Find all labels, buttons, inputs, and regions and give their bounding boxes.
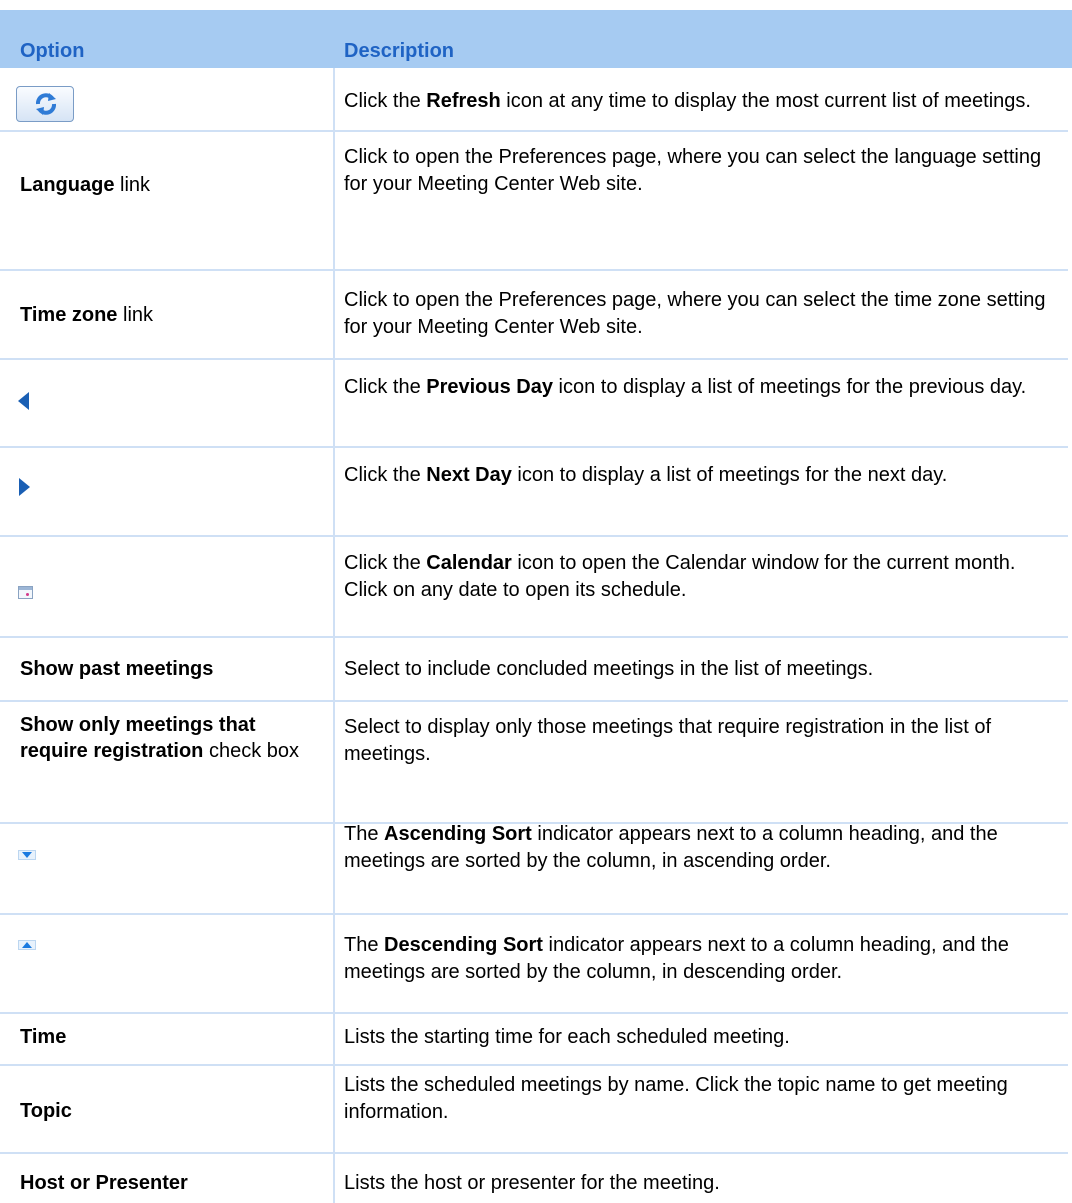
row-divider <box>0 822 1068 824</box>
previous-day-icon[interactable] <box>18 392 30 410</box>
row-divider <box>0 1152 1068 1154</box>
row-description: Lists the starting time for each schedul… <box>344 1026 790 1048</box>
row-option: Language link <box>20 174 151 196</box>
table-header: Option Description <box>0 0 1072 68</box>
row-description: Lists the scheduled meetings by name. Cl… <box>344 1074 1008 1123</box>
row-option: Topic <box>20 1100 72 1122</box>
row-option: Show past meetings <box>20 658 214 680</box>
table-row: Topic Lists the scheduled meetings by na… <box>0 1064 1072 1152</box>
row-option: Host or Presenter <box>20 1172 188 1194</box>
row-divider <box>0 1012 1068 1014</box>
row-divider <box>0 535 1068 537</box>
row-divider <box>0 913 1068 915</box>
row-divider <box>0 1064 1068 1066</box>
descending-sort-icon <box>18 940 36 950</box>
table-row: The Descending Sort indicator appears ne… <box>0 914 1072 1014</box>
row-description: Click the Next Day icon to display a lis… <box>344 464 948 486</box>
refresh-icon <box>36 93 56 115</box>
table-row: Show past meetings Select to include con… <box>0 636 1072 700</box>
row-option: Time zone link <box>20 304 154 326</box>
row-description: Click the Calendar icon to open the Cale… <box>344 552 1016 601</box>
row-description: The Descending Sort indicator appears ne… <box>344 934 1009 983</box>
header-band <box>0 10 1072 68</box>
table-row: The Ascending Sort indicator appears nex… <box>0 823 1072 924</box>
refresh-button[interactable] <box>16 86 74 122</box>
row-description: Click to open the Preferences page, wher… <box>344 146 1042 195</box>
row-option: Time <box>20 1026 67 1048</box>
table-row: Show only meetings that require registra… <box>0 700 1072 800</box>
row-divider <box>0 130 1068 132</box>
table-row: Host or Presenter Lists the host or pres… <box>0 1152 1072 1203</box>
row-description: Click to open the Preferences page, wher… <box>344 289 1046 338</box>
row-option: Show only meetings that require registra… <box>20 714 299 762</box>
table-row: Click the Next Day icon to display a lis… <box>0 446 1072 536</box>
table-row: Click the Calendar icon to open the Cale… <box>0 536 1072 636</box>
row-description: Click the Previous Day icon to display a… <box>344 376 1027 398</box>
row-divider <box>0 700 1068 702</box>
table-row: Time Lists the starting time for each sc… <box>0 1012 1072 1064</box>
next-day-icon[interactable] <box>18 478 30 496</box>
description-column-header: Description <box>344 40 455 62</box>
table-row: Click the Previous Day icon to display a… <box>0 358 1072 448</box>
row-description: Lists the host or presenter for the meet… <box>344 1172 720 1194</box>
row-description: Select to include concluded meetings in … <box>344 658 874 680</box>
row-description: The Ascending Sort indicator appears nex… <box>344 823 998 872</box>
row-divider <box>0 358 1068 360</box>
table-row: Language link Click to open the Preferen… <box>0 130 1072 228</box>
row-divider <box>0 446 1068 448</box>
option-column-header: Option <box>20 40 85 62</box>
table-row: Time zone link Click to open the Prefere… <box>0 270 1072 360</box>
ascending-sort-icon <box>18 850 36 860</box>
row-divider <box>0 636 1068 638</box>
table-row: Click the Refresh icon at any time to di… <box>0 68 1072 130</box>
calendar-icon[interactable] <box>18 586 33 599</box>
row-description: Click the Refresh icon at any time to di… <box>344 90 1031 112</box>
row-description: Select to display only those meetings th… <box>344 716 992 765</box>
row-divider <box>0 269 1068 271</box>
